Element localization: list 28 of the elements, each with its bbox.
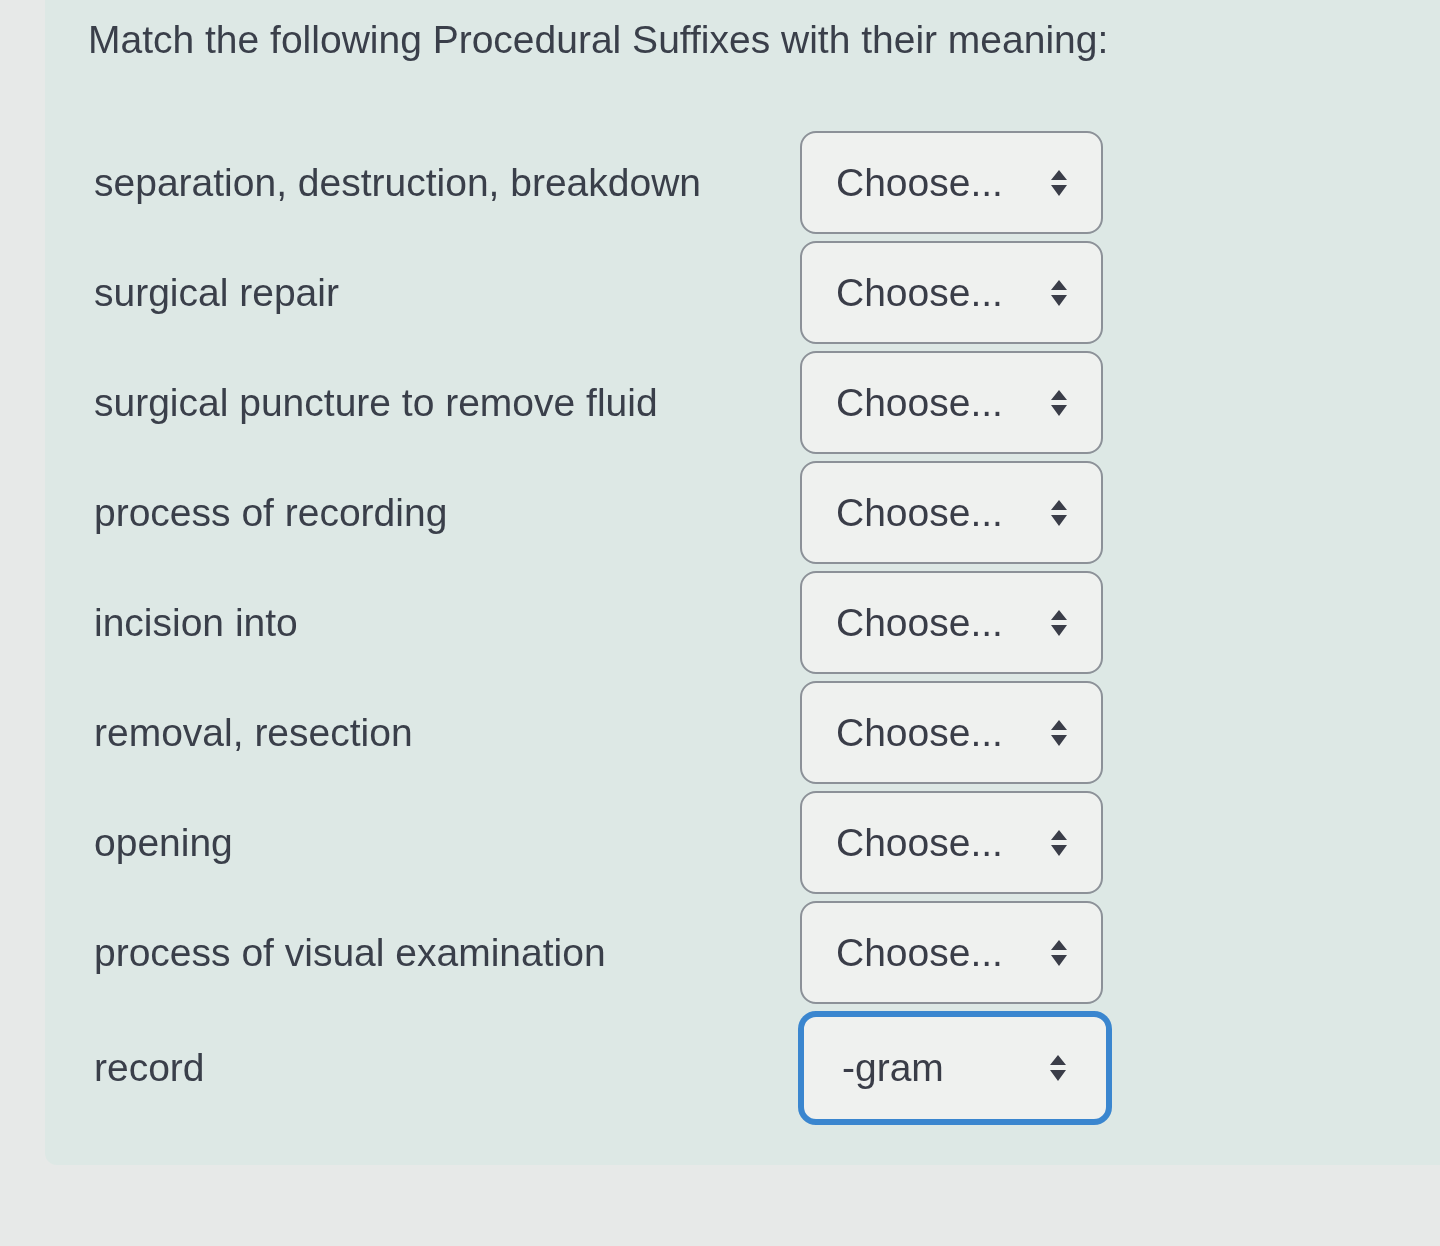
up-down-arrows-icon <box>1051 499 1067 526</box>
up-down-arrows-icon <box>1051 939 1067 966</box>
up-down-arrows-icon <box>1051 389 1067 416</box>
up-down-arrows-icon <box>1051 719 1067 746</box>
up-down-arrows-icon <box>1051 169 1067 196</box>
meaning-label: incision into <box>93 600 299 645</box>
answer-dropdown[interactable]: Choose... <box>800 681 1103 784</box>
answer-dropdown[interactable]: Choose... <box>800 791 1103 894</box>
answer-dropdown[interactable]: -gram <box>798 1011 1112 1125</box>
meaning-label: process of visual examination <box>93 930 607 975</box>
meaning-label: process of recording <box>93 490 449 535</box>
meaning-label: surgical puncture to remove fluid <box>93 380 659 425</box>
answer-dropdown[interactable]: Choose... <box>800 131 1103 234</box>
meaning-label: separation, destruction, breakdown <box>93 160 703 205</box>
answer-dropdown[interactable]: Choose... <box>800 351 1103 454</box>
up-down-arrows-icon <box>1051 279 1067 306</box>
meaning-label: removal, resection <box>93 710 414 755</box>
up-down-arrows-icon <box>1050 1055 1066 1081</box>
meaning-label: opening <box>93 820 234 865</box>
answer-dropdown[interactable]: Choose... <box>800 571 1103 674</box>
answer-dropdown[interactable]: Choose... <box>800 241 1103 344</box>
question-title: Match the following Procedural Suffixes with their meaning: <box>88 17 1110 63</box>
answer-dropdown[interactable]: Choose... <box>800 901 1103 1004</box>
meaning-label: record <box>93 1046 206 1090</box>
meaning-label: surgical repair <box>93 270 340 315</box>
up-down-arrows-icon <box>1051 829 1067 856</box>
answer-dropdown[interactable]: Choose... <box>800 461 1103 564</box>
up-down-arrows-icon <box>1051 609 1067 636</box>
